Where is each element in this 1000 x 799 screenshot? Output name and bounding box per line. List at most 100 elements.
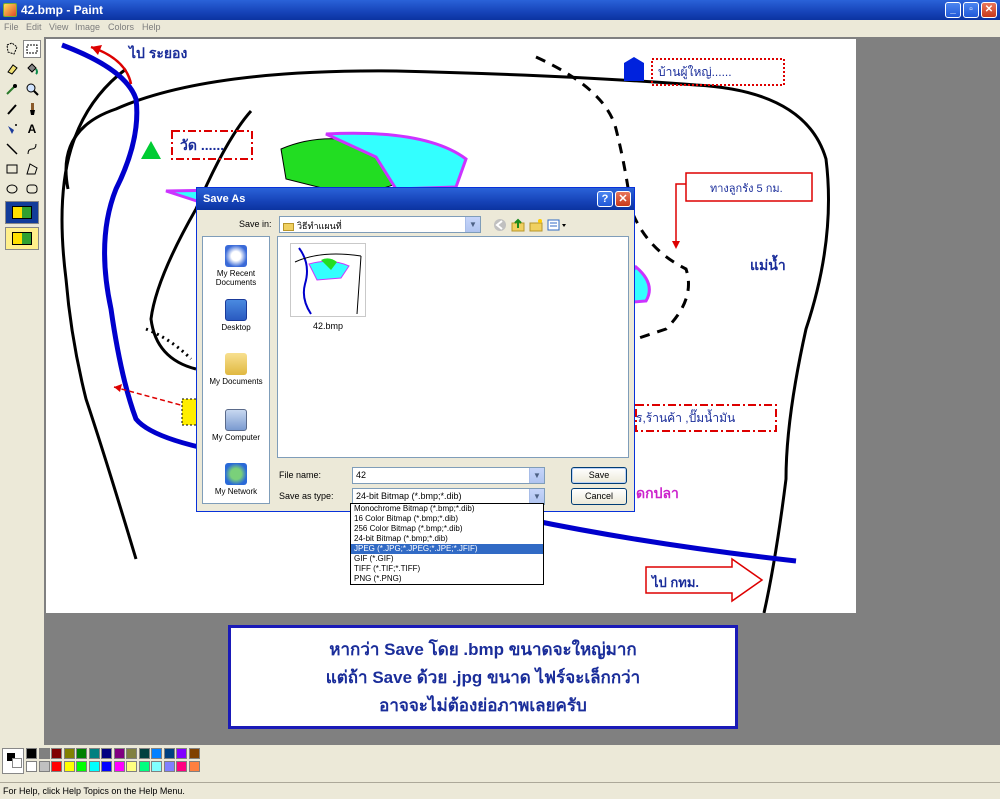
place-desktop[interactable]: Desktop — [203, 299, 269, 332]
color-swatch[interactable] — [151, 748, 162, 759]
close-window-button[interactable]: ✕ — [981, 2, 997, 18]
new-folder-icon[interactable] — [527, 216, 545, 234]
save-type-dropdown: Monochrome Bitmap (*.bmp;*.dib) 16 Color … — [350, 503, 544, 585]
line-icon[interactable] — [3, 140, 21, 158]
eraser-icon[interactable] — [3, 60, 21, 78]
color-swatch[interactable] — [51, 761, 62, 772]
save-in-combo[interactable]: วิธีทำแผนที่ ▼ — [279, 216, 481, 233]
file-name-value: 42 — [356, 470, 367, 480]
menu-edit[interactable]: Edit — [26, 22, 42, 32]
text-icon[interactable]: A — [23, 120, 41, 138]
dialog-close-button[interactable]: ✕ — [615, 191, 631, 207]
airbrush-icon[interactable] — [3, 120, 21, 138]
save-type-option[interactable]: 24-bit Bitmap (*.bmp;*.dib) — [351, 534, 543, 544]
place-my-computer[interactable]: My Computer — [203, 409, 269, 442]
rect-select-icon[interactable] — [23, 40, 41, 58]
opaque-option-icon[interactable] — [5, 201, 39, 224]
color-swatch[interactable] — [126, 761, 137, 772]
color-swatch[interactable] — [188, 761, 200, 772]
color-swatch[interactable] — [176, 748, 187, 759]
place-my-network-label: My Network — [214, 487, 258, 496]
rounded-rect-icon[interactable] — [23, 180, 41, 198]
dialog-title: Save As — [197, 188, 634, 210]
chevron-down-icon[interactable]: ▼ — [529, 489, 544, 504]
save-type-option[interactable]: TIFF (*.TIF;*.TIFF) — [351, 564, 543, 574]
save-button[interactable]: Save — [571, 467, 627, 484]
color-swatch[interactable] — [38, 761, 50, 772]
color-swatch[interactable] — [38, 748, 50, 759]
color-swatch[interactable] — [113, 748, 125, 759]
place-recent[interactable]: My Recent Documents — [203, 245, 269, 287]
color-swatch[interactable] — [88, 761, 100, 772]
status-text: For Help, click Help Topics on the Help … — [3, 786, 185, 796]
folder-icon — [283, 222, 294, 231]
color-swatch[interactable] — [151, 761, 162, 772]
save-type-option[interactable]: PNG (*.PNG) — [351, 574, 543, 584]
fill-icon[interactable] — [23, 60, 41, 78]
help-icon[interactable]: ? — [597, 191, 613, 207]
save-type-option[interactable]: 16 Color Bitmap (*.bmp;*.dib) — [351, 514, 543, 524]
menu-image[interactable]: Image — [75, 22, 100, 32]
village-marker — [624, 57, 644, 81]
ellipse-icon[interactable] — [3, 180, 21, 198]
brush-icon[interactable] — [23, 100, 41, 118]
color-swatch[interactable] — [51, 748, 62, 759]
color-swatch[interactable] — [63, 748, 75, 759]
rectangle-icon[interactable] — [3, 160, 21, 178]
place-my-documents[interactable]: My Documents — [203, 353, 269, 386]
menu-help[interactable]: Help — [142, 22, 161, 32]
color-swatch[interactable] — [138, 761, 150, 772]
color-swatch[interactable] — [176, 761, 187, 772]
file-name-input[interactable]: 42 ▼ — [352, 467, 545, 484]
color-picker-icon[interactable] — [3, 80, 21, 98]
chevron-down-icon[interactable]: ▼ — [465, 217, 480, 232]
save-type-option[interactable]: GIF (*.GIF) — [351, 554, 543, 564]
color-swatch[interactable] — [76, 748, 87, 759]
save-type-option[interactable]: 256 Color Bitmap (*.bmp;*.dib) — [351, 524, 543, 534]
color-swatch[interactable] — [188, 748, 200, 759]
color-swatch[interactable] — [76, 761, 87, 772]
current-colors[interactable] — [2, 748, 24, 774]
color-swatch[interactable] — [163, 748, 175, 759]
file-name-label: File name: — [279, 470, 322, 480]
save-type-option[interactable]: JPEG (*.JPG;*.JPEG;*.JPE;*.JFIF) — [351, 544, 543, 554]
minimize-button[interactable]: _ — [945, 2, 961, 18]
chevron-down-icon[interactable]: ▼ — [529, 468, 544, 483]
color-swatch[interactable] — [113, 761, 125, 772]
thumbnail-map-icon — [294, 247, 362, 315]
back-icon[interactable] — [491, 216, 509, 234]
view-menu-icon[interactable] — [545, 216, 569, 234]
free-select-icon[interactable] — [3, 40, 21, 58]
color-swatch[interactable] — [26, 748, 37, 759]
dashed-arrow — [113, 386, 189, 408]
label-dirt-road: ทางลูกรัง 5 กม. — [710, 183, 783, 195]
up-folder-icon[interactable] — [509, 216, 527, 234]
color-swatch[interactable] — [26, 761, 37, 772]
cancel-button[interactable]: Cancel — [571, 488, 627, 505]
pencil-icon[interactable] — [3, 100, 21, 118]
menu-view[interactable]: View — [49, 22, 68, 32]
title-bar: 42.bmp - Paint _ ▫ ✕ — [0, 0, 1000, 20]
color-swatch[interactable] — [163, 761, 175, 772]
polygon-icon[interactable] — [23, 160, 41, 178]
maximize-button[interactable]: ▫ — [963, 2, 979, 18]
save-type-option[interactable]: Monochrome Bitmap (*.bmp;*.dib) — [351, 504, 543, 514]
place-my-computer-label: My Computer — [211, 433, 260, 442]
magnifier-icon[interactable] — [23, 80, 41, 98]
file-thumbnail[interactable] — [290, 243, 366, 317]
road-left — [60, 67, 138, 560]
place-my-network[interactable]: My Network — [203, 463, 269, 496]
color-swatch[interactable] — [101, 761, 112, 772]
color-swatch[interactable] — [126, 748, 137, 759]
color-swatch[interactable] — [88, 748, 100, 759]
label-fish-pond: ดกปลา — [636, 485, 679, 501]
color-swatch[interactable] — [101, 748, 112, 759]
label-village-head: บ้านผู้ใหญ่...... — [658, 65, 732, 79]
color-swatch[interactable] — [138, 748, 150, 759]
curve-icon[interactable] — [23, 140, 41, 158]
color-swatch[interactable] — [63, 761, 75, 772]
transparent-option-icon[interactable] — [5, 227, 39, 250]
file-name: 42.bmp — [312, 321, 344, 331]
menu-colors[interactable]: Colors — [108, 22, 134, 32]
menu-file[interactable]: File — [4, 22, 19, 32]
